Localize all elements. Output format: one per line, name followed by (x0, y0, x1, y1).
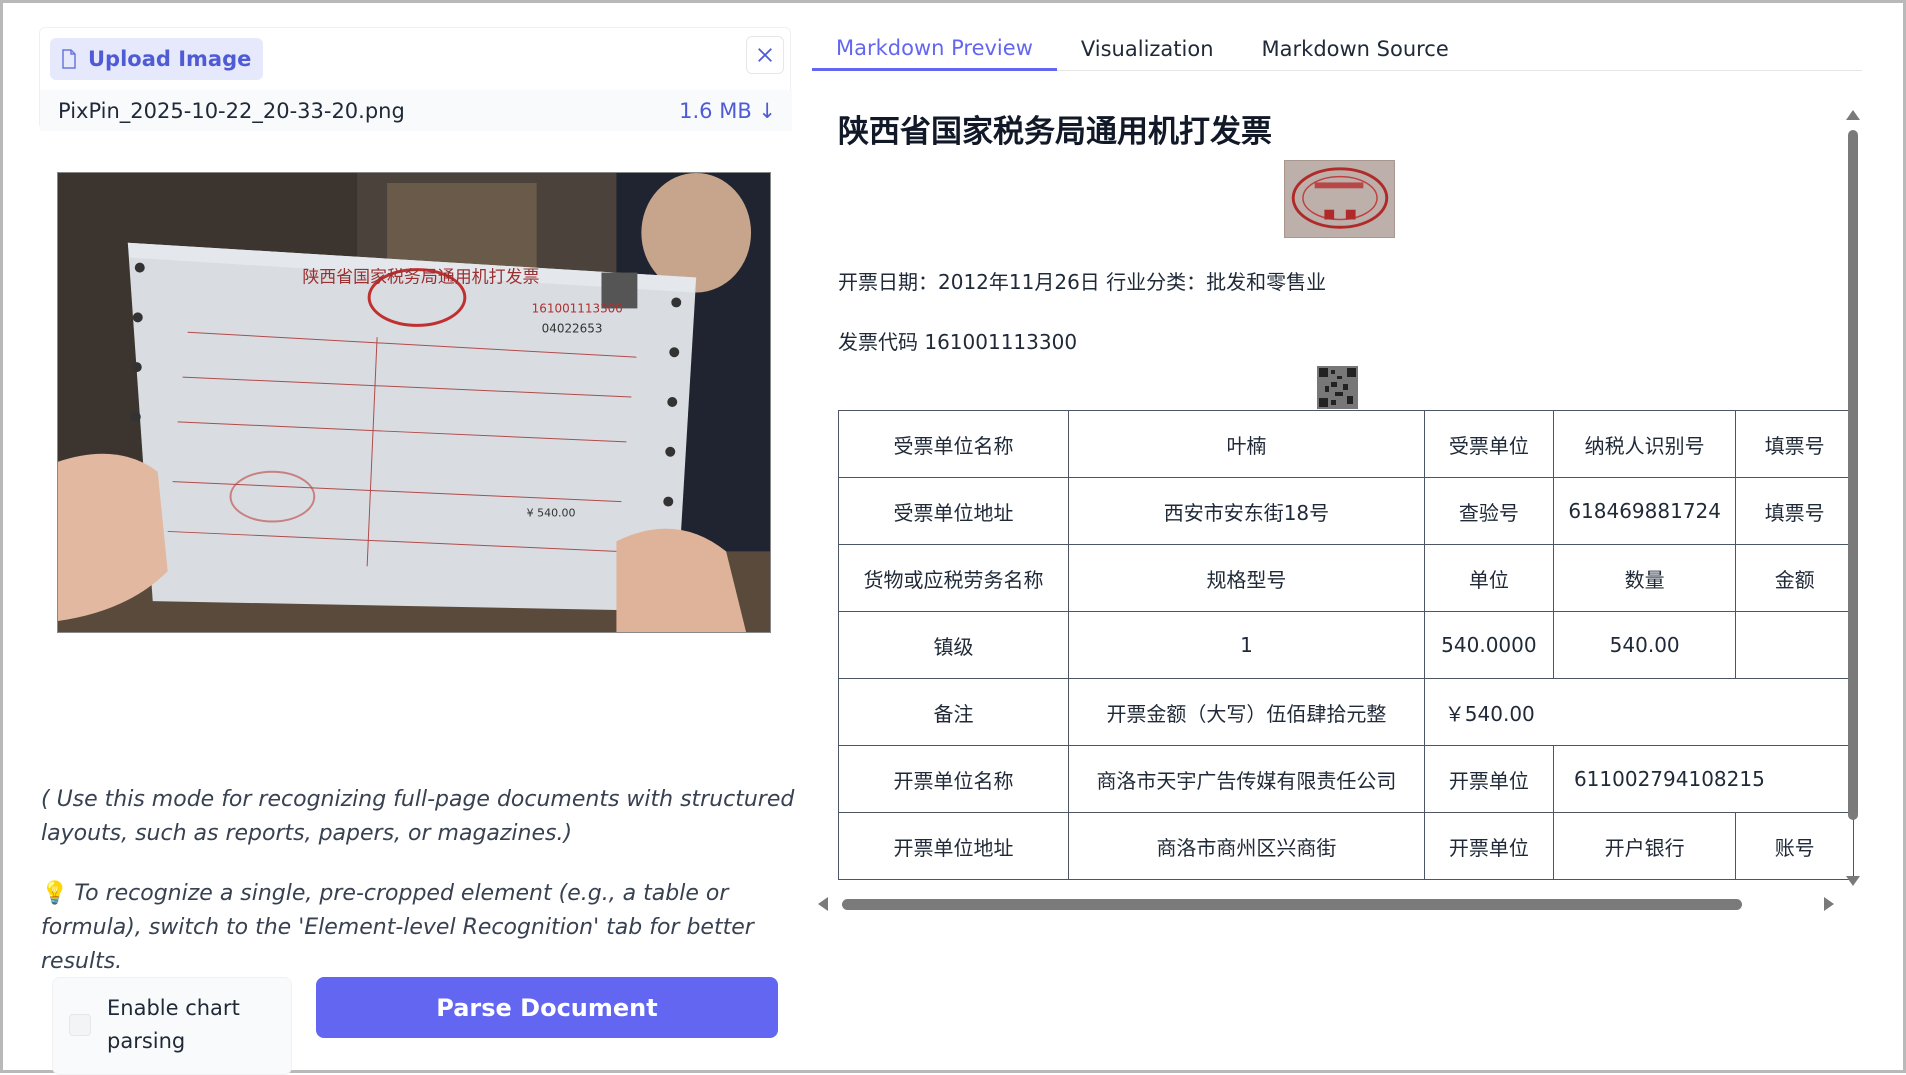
preview-title: 陕西省国家税务局通用机打发票 (838, 114, 1272, 150)
table-row: 镇级 1 540.0000 540.00 (837, 611, 1854, 679)
stamp-image (1284, 160, 1395, 238)
photo-invoice-code: 161001113300 (532, 301, 623, 315)
parse-document-button[interactable]: Parse Document (316, 977, 778, 1038)
markdown-preview-panel: 陕西省国家税务局通用机打发票 开票日期：2012年11月26日 行业分类：批发和… (814, 98, 1854, 908)
table-cell: 开户银行 (1552, 812, 1737, 880)
table-row: 受票单位名称 叶楠 受票单位 纳税人识别号 填票号 (837, 410, 1854, 478)
table-row: 备注 开票金额（大写）伍佰肆拾元整 ￥540.00 (837, 678, 1854, 746)
table-cell: 纳税人识别号 (1552, 410, 1737, 478)
table-cell: 填票号 (1735, 410, 1854, 478)
upload-image-label: Upload Image (88, 47, 252, 71)
table-cell: 开票金额（大写）伍佰肆拾元整 (1068, 678, 1425, 746)
preview-code-line: 发票代码 161001113300 (838, 330, 1078, 354)
output-tabs: Markdown Preview Visualization Markdown … (812, 27, 1862, 71)
table-cell: 数量 (1552, 544, 1737, 612)
table-cell: 商洛市商州区兴商街 (1068, 812, 1425, 880)
table-cell: 受票单位 (1423, 410, 1554, 478)
element-hint-text: To recognize a single, pre-cropped eleme… (41, 881, 754, 974)
tab-markdown-source[interactable]: Markdown Source (1238, 27, 1473, 71)
table-row: 开票单位地址 商洛市商州区兴商街 开票单位 开户银行 账号 (837, 812, 1854, 880)
horizontal-scrollbar[interactable] (818, 897, 1834, 911)
table-cell: 540.00 (1552, 611, 1737, 679)
tab-visualization[interactable]: Visualization (1057, 27, 1238, 71)
table-row: 货物或应税劳务名称 规格型号 单位 数量 金额 (837, 544, 1854, 612)
vertical-scroll-thumb[interactable] (1848, 130, 1858, 820)
enable-chart-parsing-checkbox[interactable] (69, 1014, 91, 1036)
table-cell: 叶楠 (1068, 410, 1425, 478)
table-cell: 账号 (1735, 812, 1854, 880)
table-cell: 开票单位名称 (837, 745, 1070, 813)
table-cell (1735, 611, 1854, 679)
table-cell: 镇级 (837, 611, 1070, 679)
table-row: 受票单位地址 西安市安东街18号 查验号 618469881724 填票号 (837, 477, 1854, 545)
table-cell: ￥540.00 (1423, 678, 1854, 746)
scroll-down-arrow-icon[interactable] (1846, 876, 1860, 886)
scroll-up-arrow-icon[interactable] (1846, 110, 1860, 120)
table-cell: 规格型号 (1068, 544, 1425, 612)
photo-invoice-header: 陕西省国家税务局通用机打发票 (302, 267, 539, 287)
tab-markdown-preview[interactable]: Markdown Preview (812, 27, 1057, 71)
table-cell: 西安市安东街18号 (1068, 477, 1425, 545)
table-cell: 金额 (1735, 544, 1854, 612)
table-cell: 开票单位地址 (837, 812, 1070, 880)
vertical-scrollbar[interactable] (1846, 110, 1860, 886)
table-cell: 货物或应税劳务名称 (837, 544, 1070, 612)
table-cell: 1 (1068, 611, 1425, 679)
table-cell: 填票号 (1735, 477, 1854, 545)
table-cell: 开票单位 (1423, 812, 1554, 880)
file-name: PixPin_2025-10-22_20-33-20.png (58, 98, 405, 123)
file-size-download-link[interactable]: 1.6 MB ↓ (679, 99, 776, 123)
close-icon[interactable] (746, 36, 784, 74)
upload-image-button[interactable]: Upload Image (50, 38, 264, 80)
horizontal-scroll-thumb[interactable] (842, 899, 1742, 910)
lightbulb-icon: 💡 (41, 881, 69, 906)
photo-invoice-number: 04022653 (542, 321, 603, 335)
preview-date-line: 开票日期：2012年11月26日 行业分类：批发和零售业 (838, 270, 1327, 294)
file-row: PixPin_2025-10-22_20-33-20.png 1.6 MB ↓ (40, 90, 792, 131)
table-cell: 611002794108215 (1552, 745, 1854, 813)
mode-hint-text: ( Use this mode for recognizing full-pag… (41, 787, 795, 846)
element-hint: 💡 To recognize a single, pre-cropped elem… (41, 877, 801, 979)
scroll-right-arrow-icon[interactable] (1824, 897, 1834, 911)
table-cell: 查验号 (1423, 477, 1554, 545)
table-row: 开票单位名称 商洛市天宇广告传媒有限责任公司 开票单位 611002794108… (837, 745, 1854, 813)
table-cell: 受票单位名称 (837, 410, 1070, 478)
table-cell: 开票单位 (1423, 745, 1554, 813)
table-cell: 单位 (1423, 544, 1554, 612)
uploaded-image-preview: 陕西省国家税务局通用机打发票 161001113300 04022653 ¥ 5… (57, 172, 771, 633)
table-cell: 商洛市天宇广告传媒有限责任公司 (1068, 745, 1425, 813)
table-cell: 618469881724 (1552, 477, 1737, 545)
upload-card: Upload Image PixPin_2025-10-22_20-33-20.… (39, 27, 792, 131)
table-cell: 备注 (837, 678, 1070, 746)
scroll-left-arrow-icon[interactable] (818, 897, 828, 911)
enable-chart-parsing-label[interactable]: Enable chart parsing (107, 992, 277, 1058)
table-cell: 受票单位地址 (837, 477, 1070, 545)
table-cell: 540.0000 (1423, 611, 1554, 679)
qr-code-image (1317, 366, 1358, 409)
file-icon (62, 49, 76, 69)
invoice-table: 受票单位名称 叶楠 受票单位 纳税人识别号 填票号 受票单位地址 西安市安东街1… (837, 410, 1854, 880)
chart-parsing-option: Enable chart parsing (52, 977, 292, 1075)
photo-amount: ¥ 540.00 (527, 507, 576, 520)
